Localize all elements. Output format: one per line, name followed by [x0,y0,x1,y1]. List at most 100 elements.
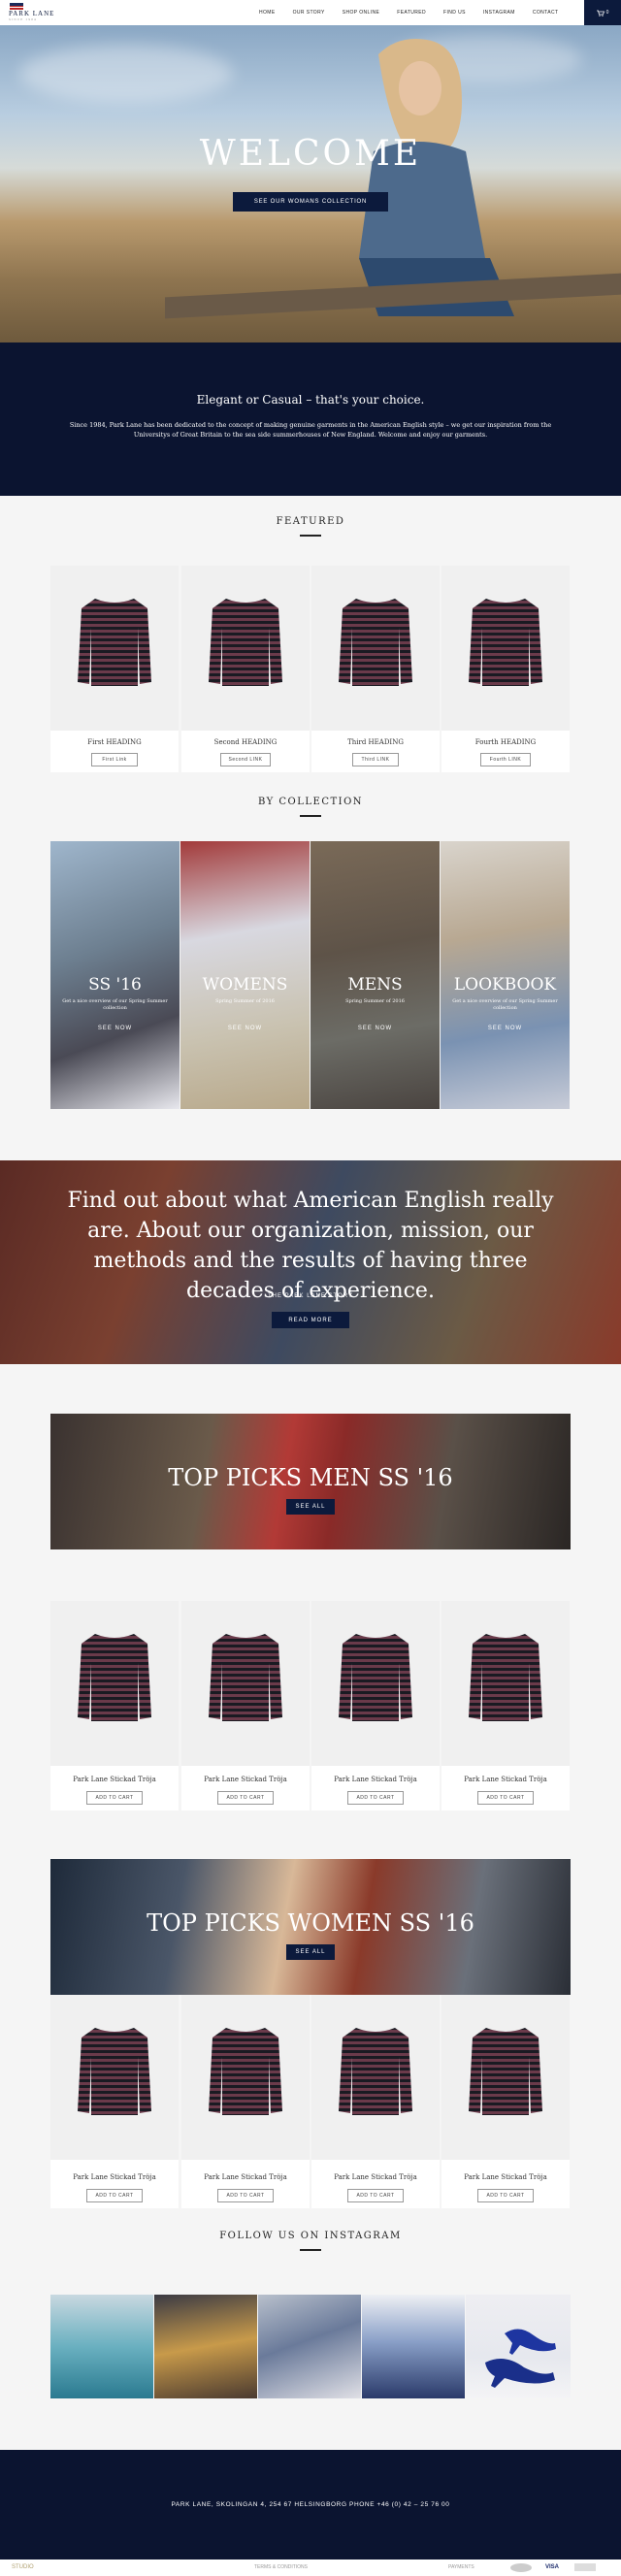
see-now-link[interactable]: SEE NOW [50,1026,180,1031]
visa-icon: VISA [545,2564,560,2570]
instagram-photo[interactable] [258,2295,361,2398]
site-logo[interactable]: PARK LANE [9,10,54,17]
collection-tile-ss16[interactable]: SS '16 Get a nice overview of our Spring… [50,841,180,1109]
add-to-cart-button[interactable]: ADD TO CART [347,2189,404,2202]
collection-title-text: WOMENS [202,975,288,995]
product-image[interactable] [50,566,179,731]
featured-title: FEATURED [276,516,345,527]
product-card[interactable]: Park Lane Stickad Tröja ADD TO CART [441,1995,570,2208]
instagram-photo[interactable] [154,2295,257,2398]
collection-subtitle: Get a nice overview of our Spring Summer… [62,998,168,1011]
nav-instagram[interactable]: INSTAGRAM [483,10,515,16]
product-name: Park Lane Stickad Tröja [73,2173,156,2181]
nav-find-us[interactable]: FIND US [443,10,466,16]
add-to-cart-button[interactable]: ADD TO CART [347,1791,404,1805]
flag-logo-icon[interactable] [10,3,23,10]
add-to-cart-button[interactable]: ADD TO CART [217,1791,274,1805]
nav-featured[interactable]: FEATURED [397,10,426,16]
add-to-cart-button[interactable]: ADD TO CART [477,1791,534,1805]
add-to-cart-button[interactable]: ADD TO CART [86,2189,143,2202]
product-name: Park Lane Stickad Tröja [464,2173,547,2181]
product-card[interactable]: Park Lane Stickad Tröja ADD TO CART [441,1601,570,1810]
nav-contact[interactable]: CONTACT [533,10,559,16]
instagram-photo[interactable] [362,2295,465,2398]
womens-collection-button[interactable]: SEE OUR WOMANS COLLECTION [233,192,388,212]
men-picks-title: TOP PICKS MEN SS '16 [168,1464,453,1491]
title-underline [300,2249,321,2251]
product-name: Park Lane Stickad Tröja [334,1776,417,1783]
product-name: Fourth HEADING [474,738,537,746]
product-name: Park Lane Stickad Tröja [73,1776,156,1783]
product-image[interactable] [181,1601,310,1766]
collection-tile-womens[interactable]: WOMENS Spring Summer of 2016 SEE NOW [180,841,310,1109]
nav-shop-online[interactable]: SHOP ONLINE [343,10,380,16]
product-link[interactable]: Third LINK [352,753,399,766]
nav-home[interactable]: HOME [259,10,276,16]
product-name: Park Lane Stickad Tröja [334,2173,417,2181]
see-now-link[interactable]: SEE NOW [441,1026,570,1031]
product-image[interactable] [441,1995,570,2160]
product-image[interactable] [441,1601,570,1766]
product-image[interactable] [50,1995,179,2160]
product-image[interactable] [441,566,570,731]
story-label: THE PARK LANE STORY [267,1293,354,1299]
product-name: First HEADING [87,738,142,746]
product-name: Third HEADING [347,738,404,746]
men-picks-banner: TOP PICKS MEN SS '16 SEE ALL [50,1414,571,1549]
women-see-all-button[interactable]: SEE ALL [286,1944,335,1960]
featured-card[interactable]: Fourth HEADING Fourth LINK [441,566,570,772]
instagram-title: FOLLOW US ON INSTAGRAM [219,2231,402,2241]
see-now-link[interactable]: SEE NOW [180,1026,310,1031]
add-to-cart-button[interactable]: ADD TO CART [477,2189,534,2202]
see-now-link[interactable]: SEE NOW [310,1026,440,1031]
sweater-image [78,1634,151,1721]
product-card[interactable]: Park Lane Stickad Tröja ADD TO CART [311,1995,440,2208]
add-to-cart-button[interactable]: ADD TO CART [86,1791,143,1805]
featured-card[interactable]: Third HEADING Third LINK [311,566,440,772]
hero-banner: WELCOME SEE OUR WOMANS COLLECTION [0,25,621,342]
cart-count: 0 [605,10,609,16]
read-more-button[interactable]: READ MORE [272,1312,349,1328]
men-see-all-button[interactable]: SEE ALL [286,1499,335,1515]
sweater-image [78,2028,151,2115]
main-nav: HOME OUR STORY SHOP ONLINE FEATURED FIND… [250,0,567,25]
footer-logo: STUDIO [12,2564,34,2570]
add-to-cart-button[interactable]: ADD TO CART [217,2189,274,2202]
product-card[interactable]: Park Lane Stickad Tröja ADD TO CART [50,1995,179,2208]
nav-our-story[interactable]: OUR STORY [293,10,325,16]
collection-tile-lookbook[interactable]: LOOKBOOK Get a nice overview of our Spri… [441,841,570,1109]
product-image[interactable] [311,1601,440,1766]
instagram-photo[interactable] [50,2295,153,2398]
sweater-image [209,1634,282,1721]
product-link[interactable]: Second LINK [220,753,271,766]
product-image[interactable] [181,566,310,731]
product-image[interactable] [50,1601,179,1766]
product-card[interactable]: Park Lane Stickad Tröja ADD TO CART [311,1601,440,1810]
sweater-image [469,2028,542,2115]
product-image[interactable] [311,566,440,731]
collection-subtitle: Spring Summer of 2016 [215,998,275,1004]
product-card[interactable]: Park Lane Stickad Tröja ADD TO CART [181,1601,310,1810]
featured-card[interactable]: First HEADING First Link [50,566,179,772]
collection-title-text: SS '16 [88,975,142,995]
featured-card[interactable]: Second HEADING Second LINK [181,566,310,772]
cart-button[interactable]: 0 [584,0,621,25]
collection-title: BY COLLECTION [257,797,364,807]
product-link[interactable]: First Link [91,753,138,766]
collection-tile-mens[interactable]: MENS Spring Summer of 2016 SEE NOW [310,841,440,1109]
collection-title-text: LOOKBOOK [453,975,557,995]
cloud [19,45,233,103]
sweater-image [209,599,282,686]
product-card[interactable]: Park Lane Stickad Tröja ADD TO CART [50,1601,179,1810]
product-name: Park Lane Stickad Tröja [464,1776,547,1783]
site-footer: PARK LANE, SKOLINGAN 4, 254 67 HELSINGBO… [0,2450,621,2560]
terms-link[interactable]: TERMS & CONDITIONS [254,2564,308,2570]
sweater-image [339,2028,412,2115]
instagram-photo[interactable] [466,2295,571,2398]
cart-icon [596,10,605,16]
product-image[interactable] [311,1995,440,2160]
product-link[interactable]: Fourth LINK [480,753,531,766]
mastercard-icon [510,2563,532,2572]
product-image[interactable] [181,1995,310,2160]
product-card[interactable]: Park Lane Stickad Tröja ADD TO CART [181,1995,310,2208]
